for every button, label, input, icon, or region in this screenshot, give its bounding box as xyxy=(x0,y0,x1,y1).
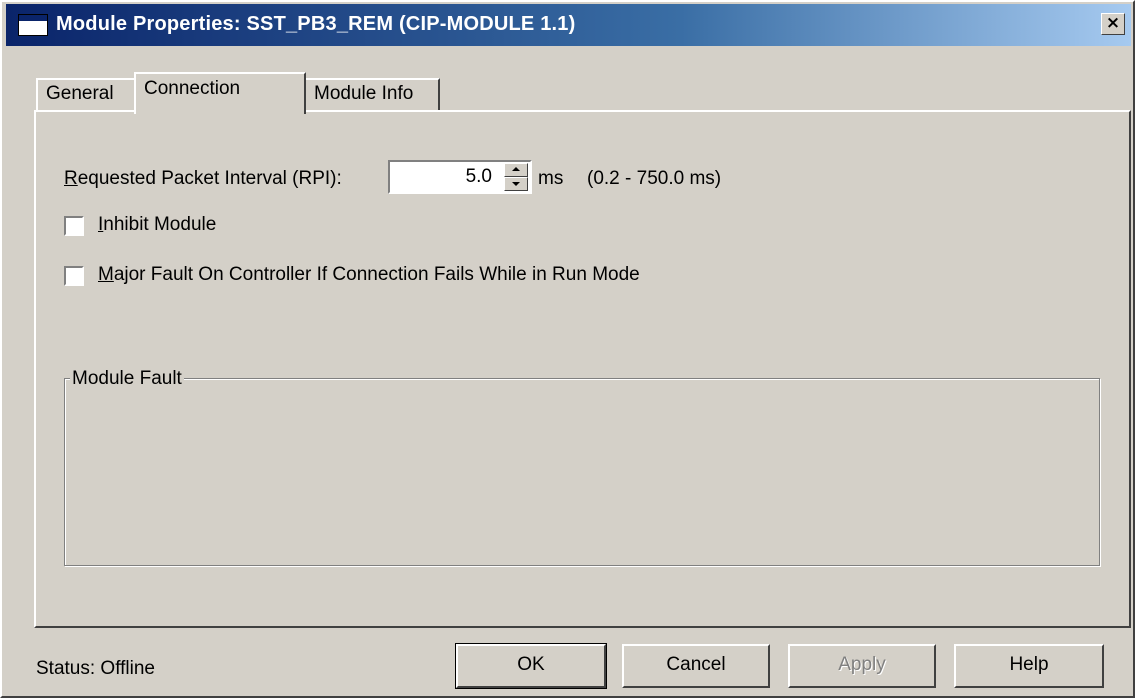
rpi-value: 5.0 xyxy=(465,166,492,187)
rpi-label-text: equested Packet Interval (RPI): xyxy=(77,168,342,189)
close-button[interactable]: × xyxy=(1101,13,1125,35)
tab-general[interactable]: General xyxy=(36,78,136,110)
rpi-input[interactable]: 5.0 xyxy=(388,160,532,194)
module-properties-dialog: Module Properties: SST_PB3_REM (CIP-MODU… xyxy=(0,0,1135,698)
module-fault-title: Module Fault xyxy=(70,368,184,390)
module-fault-group xyxy=(64,378,1100,566)
tab-connection[interactable]: Connection xyxy=(134,72,306,114)
window-title: Module Properties: SST_PB3_REM (CIP-MODU… xyxy=(56,13,576,35)
major-fault-checkbox[interactable] xyxy=(64,266,84,286)
rpi-spinner[interactable] xyxy=(504,163,528,191)
apply-button[interactable]: Apply xyxy=(788,644,936,688)
status-text: Status: Offline xyxy=(36,658,155,679)
inhibit-module-checkbox[interactable] xyxy=(64,216,84,236)
spin-down-arrow-icon[interactable] xyxy=(504,177,528,191)
inhibit-module-label[interactable]: Inhibit Module xyxy=(98,214,216,236)
rpi-label: Requested Packet Interval (RPI): xyxy=(64,168,342,190)
tab-module-info[interactable]: Module Info xyxy=(304,78,440,110)
rpi-range: (0.2 - 750.0 ms) xyxy=(587,168,722,189)
rpi-unit: ms xyxy=(538,168,564,189)
cancel-button[interactable]: Cancel xyxy=(622,644,770,688)
ok-button[interactable]: OK xyxy=(455,643,607,689)
inhibit-text: nhibit Module xyxy=(103,214,217,235)
major-fault-label[interactable]: Major Fault On Controller If Connection … xyxy=(98,264,640,286)
major-fault-text: ajor Fault On Controller If Connection F… xyxy=(113,264,640,285)
help-button[interactable]: Help xyxy=(954,644,1104,688)
major-fault-mnemonic: M xyxy=(98,264,114,285)
rpi-label-mnemonic: R xyxy=(64,168,78,189)
spin-up-arrow-icon[interactable] xyxy=(504,163,528,177)
window-icon xyxy=(18,14,48,36)
title-bar[interactable]: Module Properties: SST_PB3_REM (CIP-MODU… xyxy=(6,4,1131,46)
